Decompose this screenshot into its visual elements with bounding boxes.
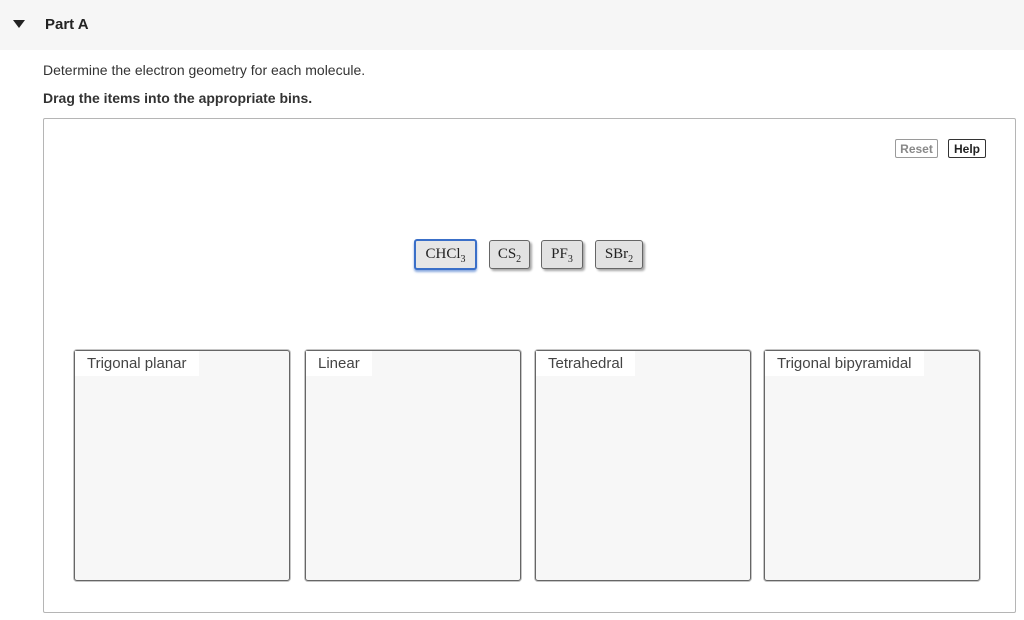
bin-tetrahedral[interactable]: Tetrahedral bbox=[535, 350, 751, 581]
bin-trigonal-planar[interactable]: Trigonal planar bbox=[74, 350, 290, 581]
drag-drop-workspace: Reset Help CHCl3 CS2 PF3 SBr2 Trigonal p… bbox=[43, 118, 1016, 613]
reset-button[interactable]: Reset bbox=[895, 139, 938, 158]
draggable-item-cs2[interactable]: CS2 bbox=[489, 240, 530, 269]
item-subscript: 2 bbox=[516, 254, 522, 265]
caret-down-icon[interactable] bbox=[13, 20, 25, 28]
item-formula: CS bbox=[497, 246, 517, 262]
bin-label: Tetrahedral bbox=[536, 351, 636, 376]
item-formula: CHCl bbox=[425, 246, 461, 262]
item-subscript: 2 bbox=[628, 254, 634, 265]
part-title: Part A bbox=[45, 16, 89, 33]
item-formula: PF bbox=[551, 246, 568, 262]
draggable-item-pf3[interactable]: PF3 bbox=[541, 240, 583, 269]
item-subscript: 3 bbox=[567, 254, 573, 265]
bin-linear[interactable]: Linear bbox=[305, 350, 521, 581]
bin-label: Linear bbox=[306, 351, 372, 376]
item-subscript: 3 bbox=[460, 254, 466, 265]
bin-label: Trigonal planar bbox=[75, 351, 199, 376]
help-button[interactable]: Help bbox=[948, 139, 986, 158]
draggable-item-chcl3[interactable]: CHCl3 bbox=[414, 239, 477, 270]
bin-trigonal-bipyramidal[interactable]: Trigonal bipyramidal bbox=[764, 350, 980, 581]
bin-label: Trigonal bipyramidal bbox=[765, 351, 924, 376]
question-instruction: Determine the electron geometry for each… bbox=[43, 62, 366, 78]
question-directive: Drag the items into the appropriate bins… bbox=[43, 90, 313, 106]
draggable-item-sbr2[interactable]: SBr2 bbox=[595, 240, 643, 269]
part-header[interactable]: Part A bbox=[0, 0, 1024, 50]
item-formula: SBr bbox=[604, 246, 629, 262]
